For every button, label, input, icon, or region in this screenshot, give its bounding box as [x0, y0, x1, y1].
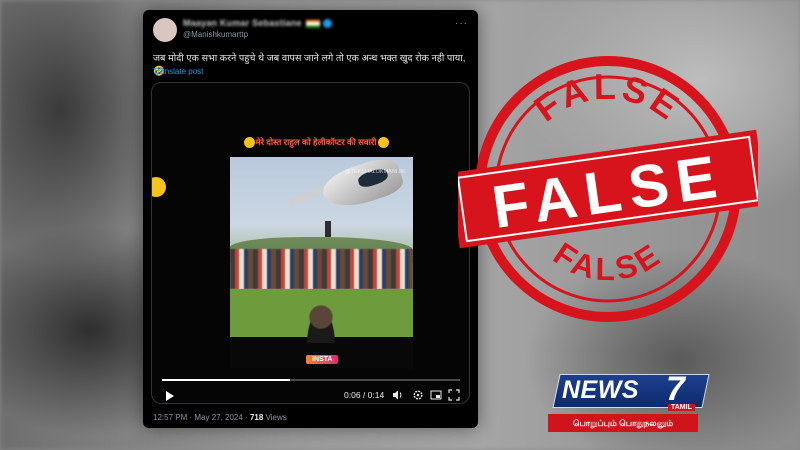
display-name-text: Maayan Kumar Sebastiane [183, 18, 302, 28]
india-flag-icon [305, 19, 320, 28]
video-caption: मेरे दोस्त राहुल को हेलीकॉप्टर की सवारी [236, 137, 396, 149]
display-name[interactable]: Maayan Kumar Sebastiane [183, 18, 332, 29]
avatar[interactable] [153, 18, 177, 42]
video-caption-text: मेरे दोस्त राहुल को हेलीकॉप्टर की सवारी [255, 137, 377, 147]
picture-in-picture-icon[interactable] [430, 389, 442, 401]
crowd [230, 249, 413, 289]
fullscreen-icon[interactable] [448, 389, 460, 401]
tweet-timestamp[interactable]: 12:57 PM · May 27, 2024 · [153, 413, 250, 422]
news-logo-tagline: பொறுப்பும் பொதுநலனும் [548, 414, 698, 432]
video-progress-fill [162, 379, 291, 381]
laughing-emoji-icon [243, 137, 255, 149]
video-progress-bar[interactable] [162, 379, 460, 381]
translate-post-link[interactable]: Translate post [153, 67, 203, 76]
tweet-footer: 12:57 PM · May 27, 2024 · 718 Views [153, 413, 287, 422]
more-options-icon[interactable]: ··· [455, 18, 468, 29]
news7-tamil-logo: NEWS 7 TAMIL பொறுப்பும் பொதுநலனும் [548, 370, 710, 442]
video-time: 0:06 / 0:14 [344, 390, 384, 400]
false-stamp: FALSE FALSE FALSE [458, 56, 758, 322]
play-icon[interactable] [166, 391, 174, 401]
verified-badge-icon [322, 19, 332, 29]
video-watermark: @TEKSHALOKMANI.86 [345, 169, 405, 175]
views-label: Views [263, 413, 287, 422]
laughing-emoji-icon [377, 137, 389, 149]
hanging-person [325, 221, 331, 237]
current-time: 0:06 [344, 390, 361, 400]
gear-icon[interactable] [412, 389, 424, 401]
insta-badge: INSTA [306, 355, 339, 364]
side-emoji-icon [152, 177, 166, 197]
news-logo-badge: TAMIL [668, 404, 695, 411]
time-separator: / [360, 390, 368, 400]
video-player[interactable]: मेरे दोस्त राहुल को हेलीकॉप्टर की सवारी … [151, 82, 470, 404]
duration: 0:14 [367, 390, 385, 400]
streamer-overlay [304, 303, 338, 343]
volume-icon[interactable] [392, 389, 404, 401]
tweet-card: Maayan Kumar Sebastiane @Manishkumarttp … [143, 10, 478, 428]
user-handle[interactable]: @Manishkumarttp [183, 30, 248, 39]
news-logo-word: NEWS [562, 376, 639, 404]
views-count: 718 [249, 413, 264, 422]
video-controls: 0:06 / 0:14 [152, 389, 469, 403]
stamp-bottom-word: FALSE [547, 235, 669, 287]
